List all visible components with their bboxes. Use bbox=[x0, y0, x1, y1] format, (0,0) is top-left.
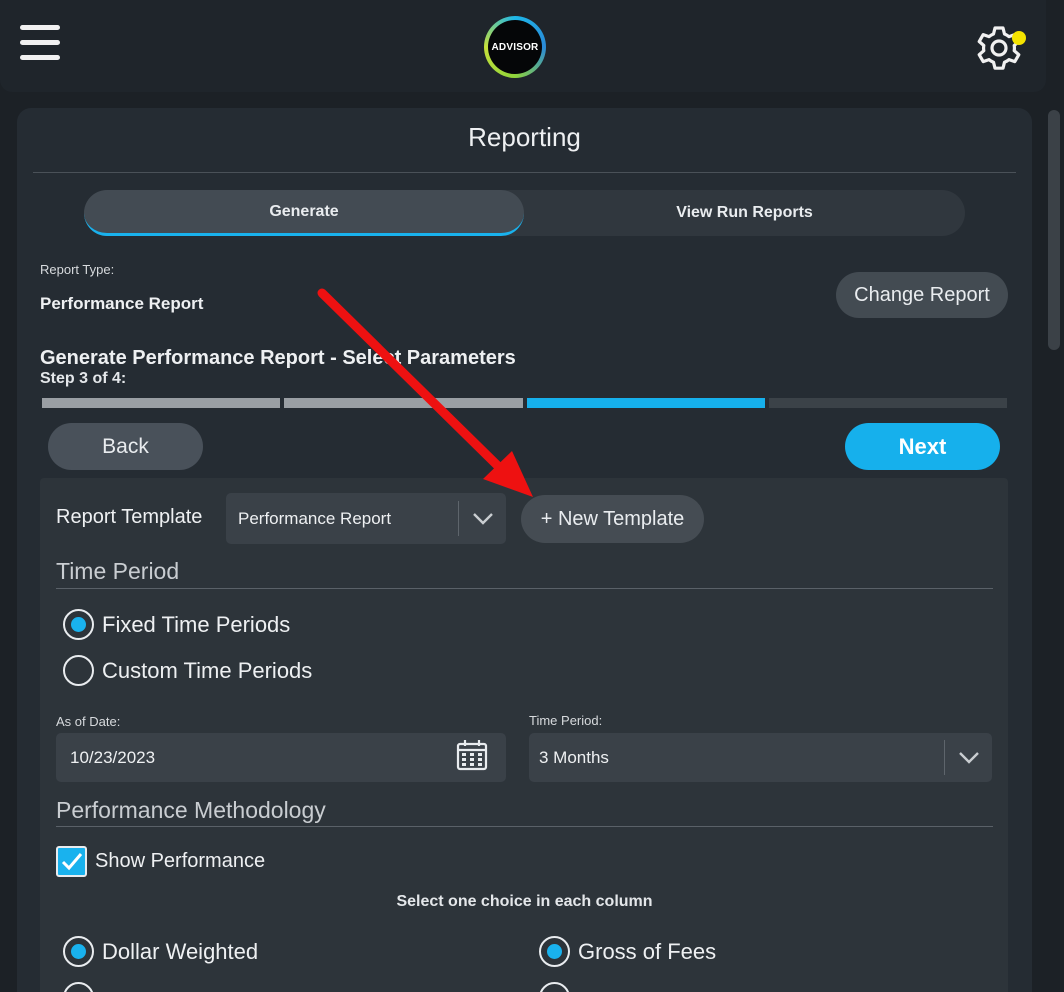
time-period-select[interactable]: 3 Months bbox=[529, 733, 992, 782]
methodology-hint: Select one choice in each column bbox=[396, 893, 653, 910]
advisor-logo[interactable]: ADVISOR bbox=[484, 16, 546, 78]
step-indicator-text: Step 3 of 4: bbox=[40, 370, 127, 387]
as-of-date-label: As of Date: bbox=[56, 714, 121, 729]
calendar-icon[interactable] bbox=[456, 739, 488, 771]
progress-segment bbox=[768, 398, 1007, 408]
hamburger-icon[interactable] bbox=[20, 25, 62, 65]
select-divider bbox=[944, 740, 945, 775]
report-template-select[interactable]: Performance Report bbox=[226, 493, 506, 544]
step-progress-bar bbox=[42, 398, 1007, 408]
show-performance-checkbox[interactable]: Show Performance bbox=[56, 846, 265, 877]
progress-segment bbox=[284, 398, 523, 408]
as-of-date-input[interactable]: 10/23/2023 bbox=[56, 733, 506, 782]
time-period-label: Time Period: bbox=[529, 713, 603, 728]
tab-view-run-reports[interactable]: View Run Reports bbox=[524, 190, 965, 236]
radio-fixed-time-periods[interactable]: Fixed Time Periods bbox=[63, 609, 290, 640]
as-of-date-value: 10/23/2023 bbox=[70, 748, 156, 767]
wizard-title: Generate Performance Report - Select Par… bbox=[40, 347, 516, 369]
radio-dollar-weighted[interactable]: Dollar Weighted bbox=[63, 936, 258, 967]
report-type-label: Report Type: bbox=[40, 262, 115, 277]
radio-label: Fixed Time Periods bbox=[102, 611, 291, 637]
radio-indicator[interactable] bbox=[539, 936, 570, 967]
next-button[interactable]: Next bbox=[845, 423, 1000, 470]
tab-generate[interactable]: Generate bbox=[84, 190, 524, 236]
radio-partial-row[interactable] bbox=[539, 982, 570, 992]
progress-segment bbox=[42, 398, 281, 408]
report-template-value: Performance Report bbox=[238, 509, 392, 528]
report-type-value: Performance Report bbox=[40, 294, 204, 313]
chevron-down-icon bbox=[959, 752, 979, 764]
radio-indicator[interactable] bbox=[63, 655, 94, 686]
scrollbar-thumb[interactable] bbox=[1048, 110, 1060, 350]
radio-partial-row[interactable] bbox=[63, 982, 94, 992]
radio-custom-time-periods[interactable]: Custom Time Periods bbox=[63, 655, 312, 686]
radio-label: Custom Time Periods bbox=[102, 657, 313, 683]
title-divider bbox=[33, 172, 1016, 173]
radio-indicator[interactable] bbox=[63, 936, 94, 967]
page-title: Reporting bbox=[468, 122, 581, 152]
checkbox-indicator[interactable] bbox=[56, 846, 87, 877]
chevron-down-icon bbox=[473, 513, 493, 525]
show-performance-label: Show Performance bbox=[95, 850, 266, 872]
report-template-label: Report Template bbox=[56, 506, 203, 528]
methodology-section-title: Performance Methodology bbox=[56, 797, 326, 823]
time-period-divider bbox=[56, 588, 993, 589]
select-divider bbox=[458, 501, 459, 536]
new-template-button[interactable]: + New Template bbox=[521, 495, 704, 543]
methodology-divider bbox=[56, 826, 993, 827]
radio-gross-of-fees[interactable]: Gross of Fees bbox=[539, 936, 716, 967]
notification-dot bbox=[1012, 31, 1026, 45]
tab-bar: Generate View Run Reports bbox=[84, 190, 965, 236]
progress-segment bbox=[526, 398, 765, 408]
time-period-section-title: Time Period bbox=[56, 558, 180, 584]
logo-text: ADVISOR bbox=[488, 20, 542, 74]
radio-label: Dollar Weighted bbox=[102, 938, 259, 964]
radio-label: Gross of Fees bbox=[578, 938, 717, 964]
time-period-value: 3 Months bbox=[539, 748, 609, 767]
radio-indicator[interactable] bbox=[539, 982, 570, 992]
checkmark-icon bbox=[61, 853, 83, 871]
radio-indicator[interactable] bbox=[63, 982, 94, 992]
radio-indicator[interactable] bbox=[63, 609, 94, 640]
change-report-button[interactable]: Change Report bbox=[836, 272, 1008, 318]
back-button[interactable]: Back bbox=[48, 423, 203, 470]
